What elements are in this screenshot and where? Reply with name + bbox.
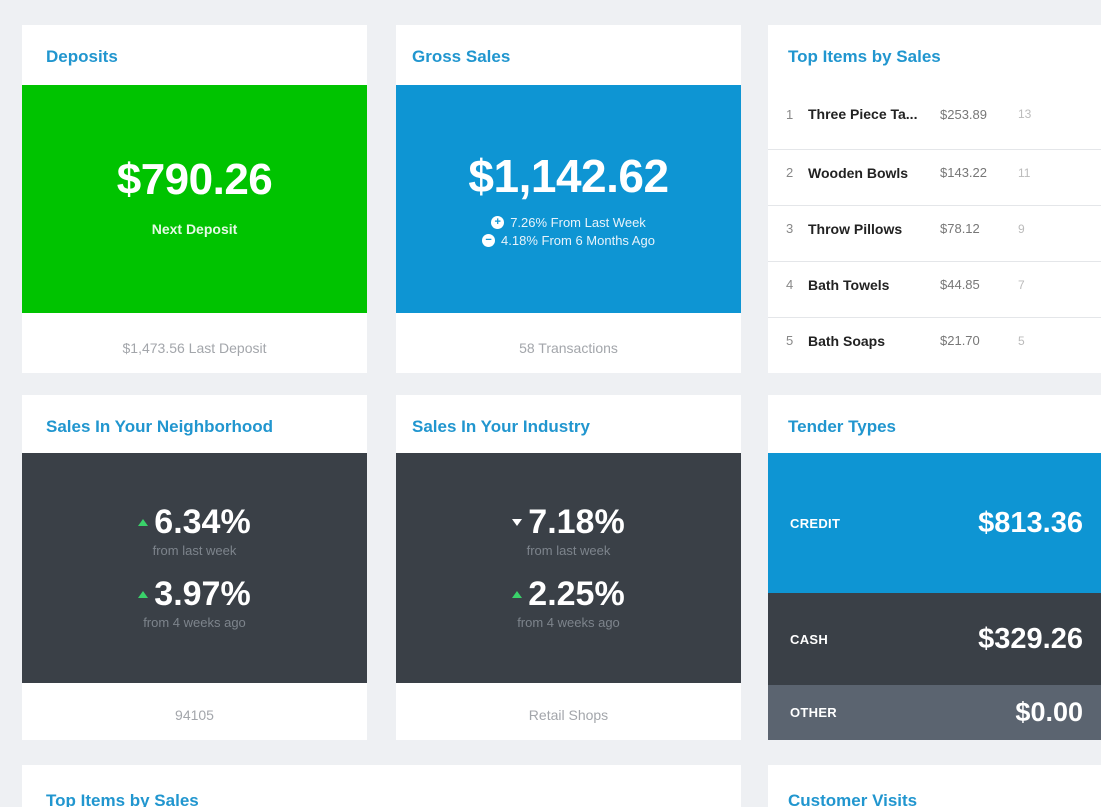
tender-cash-label: CASH (790, 631, 829, 647)
last-deposit-footer: $1,473.56 Last Deposit (122, 340, 267, 356)
list-item[interactable]: 5 Bath Soaps $21.70 5 (768, 317, 1101, 363)
item-name: Bath Towels (808, 276, 890, 293)
neighborhood-footer: 94105 (175, 707, 214, 723)
tender-types-card[interactable]: Tender Types CREDIT $813.36 CASH $329.26… (768, 395, 1101, 740)
deposits-title: Deposits (46, 47, 118, 66)
industry-footer: Retail Shops (528, 707, 609, 723)
list-item[interactable]: 1 Three Piece Ta... $253.89 13 (768, 91, 1101, 137)
top-items-bottom-title: Top Items by Sales (46, 791, 199, 807)
tender-credit-amount: $813.36 (978, 506, 1083, 539)
item-rank: 1 (786, 106, 794, 122)
tender-cash-row[interactable]: CASH $329.26 (768, 593, 1101, 685)
deposits-card[interactable]: Deposits $790.26 Next Deposit $1,473.56 … (22, 25, 367, 373)
tender-other-row[interactable]: OTHER $0.00 (768, 685, 1101, 740)
list-item[interactable]: 4 Bath Towels $44.85 7 (768, 261, 1101, 307)
industry-title: Sales In Your Industry (412, 417, 590, 436)
neighborhood-title: Sales In Your Neighborhood (46, 417, 274, 436)
gross-sales-title: Gross Sales (412, 47, 511, 66)
down-arrow-icon (512, 519, 523, 526)
next-deposit-amount: $790.26 (116, 155, 273, 204)
item-amount: $143.22 (940, 165, 987, 180)
item-name: Bath Soaps (808, 332, 886, 349)
tender-other-label: OTHER (790, 705, 837, 720)
change-week-row: + 7.26% From Last Week (396, 215, 741, 230)
change-week-text: 7.26% From Last Week (510, 215, 646, 230)
item-quantity: 7 (1018, 277, 1025, 292)
tender-credit-row[interactable]: CREDIT $813.36 (768, 453, 1101, 593)
item-rank: 2 (786, 165, 794, 180)
industry-week-value-row: 7.18% (396, 503, 741, 542)
neighborhood-week-value-row: 6.34% (22, 503, 367, 542)
top-items-side-card[interactable]: Top Items by Sales 1 Three Piece Ta... $… (768, 25, 1101, 373)
next-deposit-label: Next Deposit (151, 221, 238, 237)
item-quantity: 9 (1018, 221, 1025, 236)
industry-4wk-value: 2.25% (528, 575, 625, 613)
top-items-side-title: Top Items by Sales (788, 47, 941, 66)
item-amount: $78.12 (940, 221, 980, 236)
change-6months-text: 4.18% From 6 Months Ago (501, 233, 655, 248)
industry-panel: 7.18% from last week 2.25% from 4 weeks … (396, 453, 741, 683)
minus-circle-icon: − (482, 234, 496, 247)
neighborhood-panel: 6.34% from last week 3.97% from 4 weeks … (22, 453, 367, 683)
list-item[interactable]: 2 Wooden Bowls $143.22 11 (768, 149, 1101, 195)
neighborhood-card[interactable]: Sales In Your Neighborhood 6.34% from la… (22, 395, 367, 740)
customer-visits-card[interactable]: Customer Visits (768, 765, 1101, 807)
industry-4wk-value-row: 2.25% (396, 575, 741, 614)
top-items-bottom-card[interactable]: Top Items by Sales (22, 765, 741, 807)
deposits-panel: $790.26 Next Deposit (22, 85, 367, 313)
neighborhood-week-caption: from last week (152, 543, 237, 558)
item-rank: 3 (786, 221, 794, 236)
gross-sales-panel: $1,142.62 + 7.26% From Last Week − 4.18%… (396, 85, 741, 313)
transactions-footer: 58 Transactions (519, 340, 618, 356)
neighborhood-4wk-value: 3.97% (154, 575, 251, 613)
neighborhood-4wk-value-row: 3.97% (22, 575, 367, 614)
item-name: Three Piece Ta... (808, 106, 918, 122)
item-amount: $253.89 (940, 106, 987, 122)
customer-visits-title: Customer Visits (788, 791, 918, 807)
item-rank: 4 (786, 277, 794, 292)
tender-types-title: Tender Types (788, 417, 897, 436)
industry-4wk-caption: from 4 weeks ago (517, 615, 620, 630)
neighborhood-week-value: 6.34% (154, 503, 251, 541)
tender-credit-label: CREDIT (790, 515, 841, 531)
item-quantity: 11 (1018, 165, 1031, 180)
list-item[interactable]: 3 Throw Pillows $78.12 9 (768, 205, 1101, 251)
item-name: Throw Pillows (808, 220, 903, 237)
neighborhood-4wk-caption: from 4 weeks ago (143, 615, 246, 630)
item-rank: 5 (786, 333, 794, 348)
item-name: Wooden Bowls (808, 164, 909, 181)
gross-sales-amount: $1,142.62 (468, 150, 669, 202)
item-quantity: 5 (1018, 333, 1025, 348)
up-arrow-icon (138, 591, 149, 598)
industry-week-value: 7.18% (528, 503, 625, 541)
industry-card[interactable]: Sales In Your Industry 7.18% from last w… (396, 395, 741, 740)
industry-week-caption: from last week (526, 543, 611, 558)
tender-other-amount: $0.00 (1015, 697, 1083, 727)
gross-sales-card[interactable]: Gross Sales $1,142.62 + 7.26% From Last … (396, 25, 741, 373)
plus-circle-icon: + (491, 216, 505, 229)
item-amount: $44.85 (940, 277, 980, 292)
up-arrow-icon (138, 519, 149, 526)
change-6months-row: − 4.18% From 6 Months Ago (396, 233, 741, 248)
item-quantity: 13 (1018, 107, 1032, 121)
item-amount: $21.70 (940, 333, 980, 348)
up-arrow-icon (512, 591, 523, 598)
tender-cash-amount: $329.26 (978, 622, 1083, 655)
